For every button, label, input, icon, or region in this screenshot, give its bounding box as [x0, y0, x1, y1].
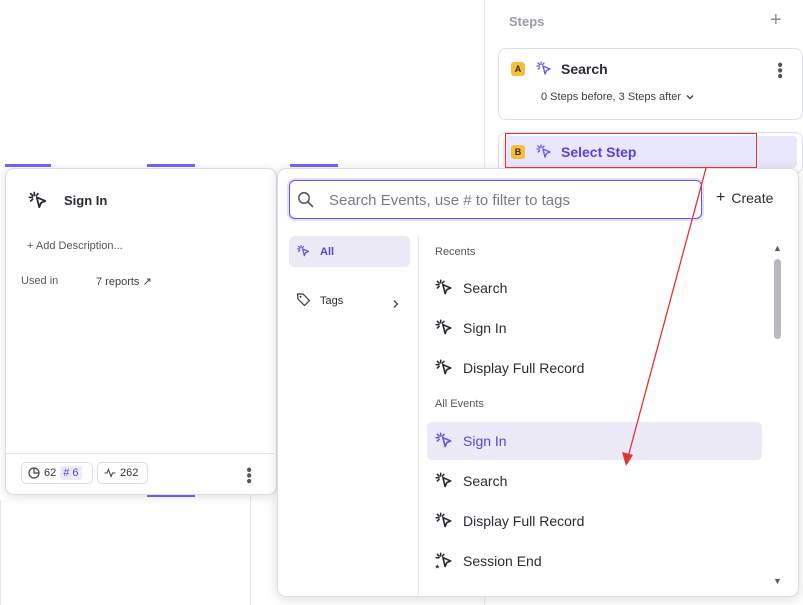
annotation-arrow	[622, 167, 707, 466]
